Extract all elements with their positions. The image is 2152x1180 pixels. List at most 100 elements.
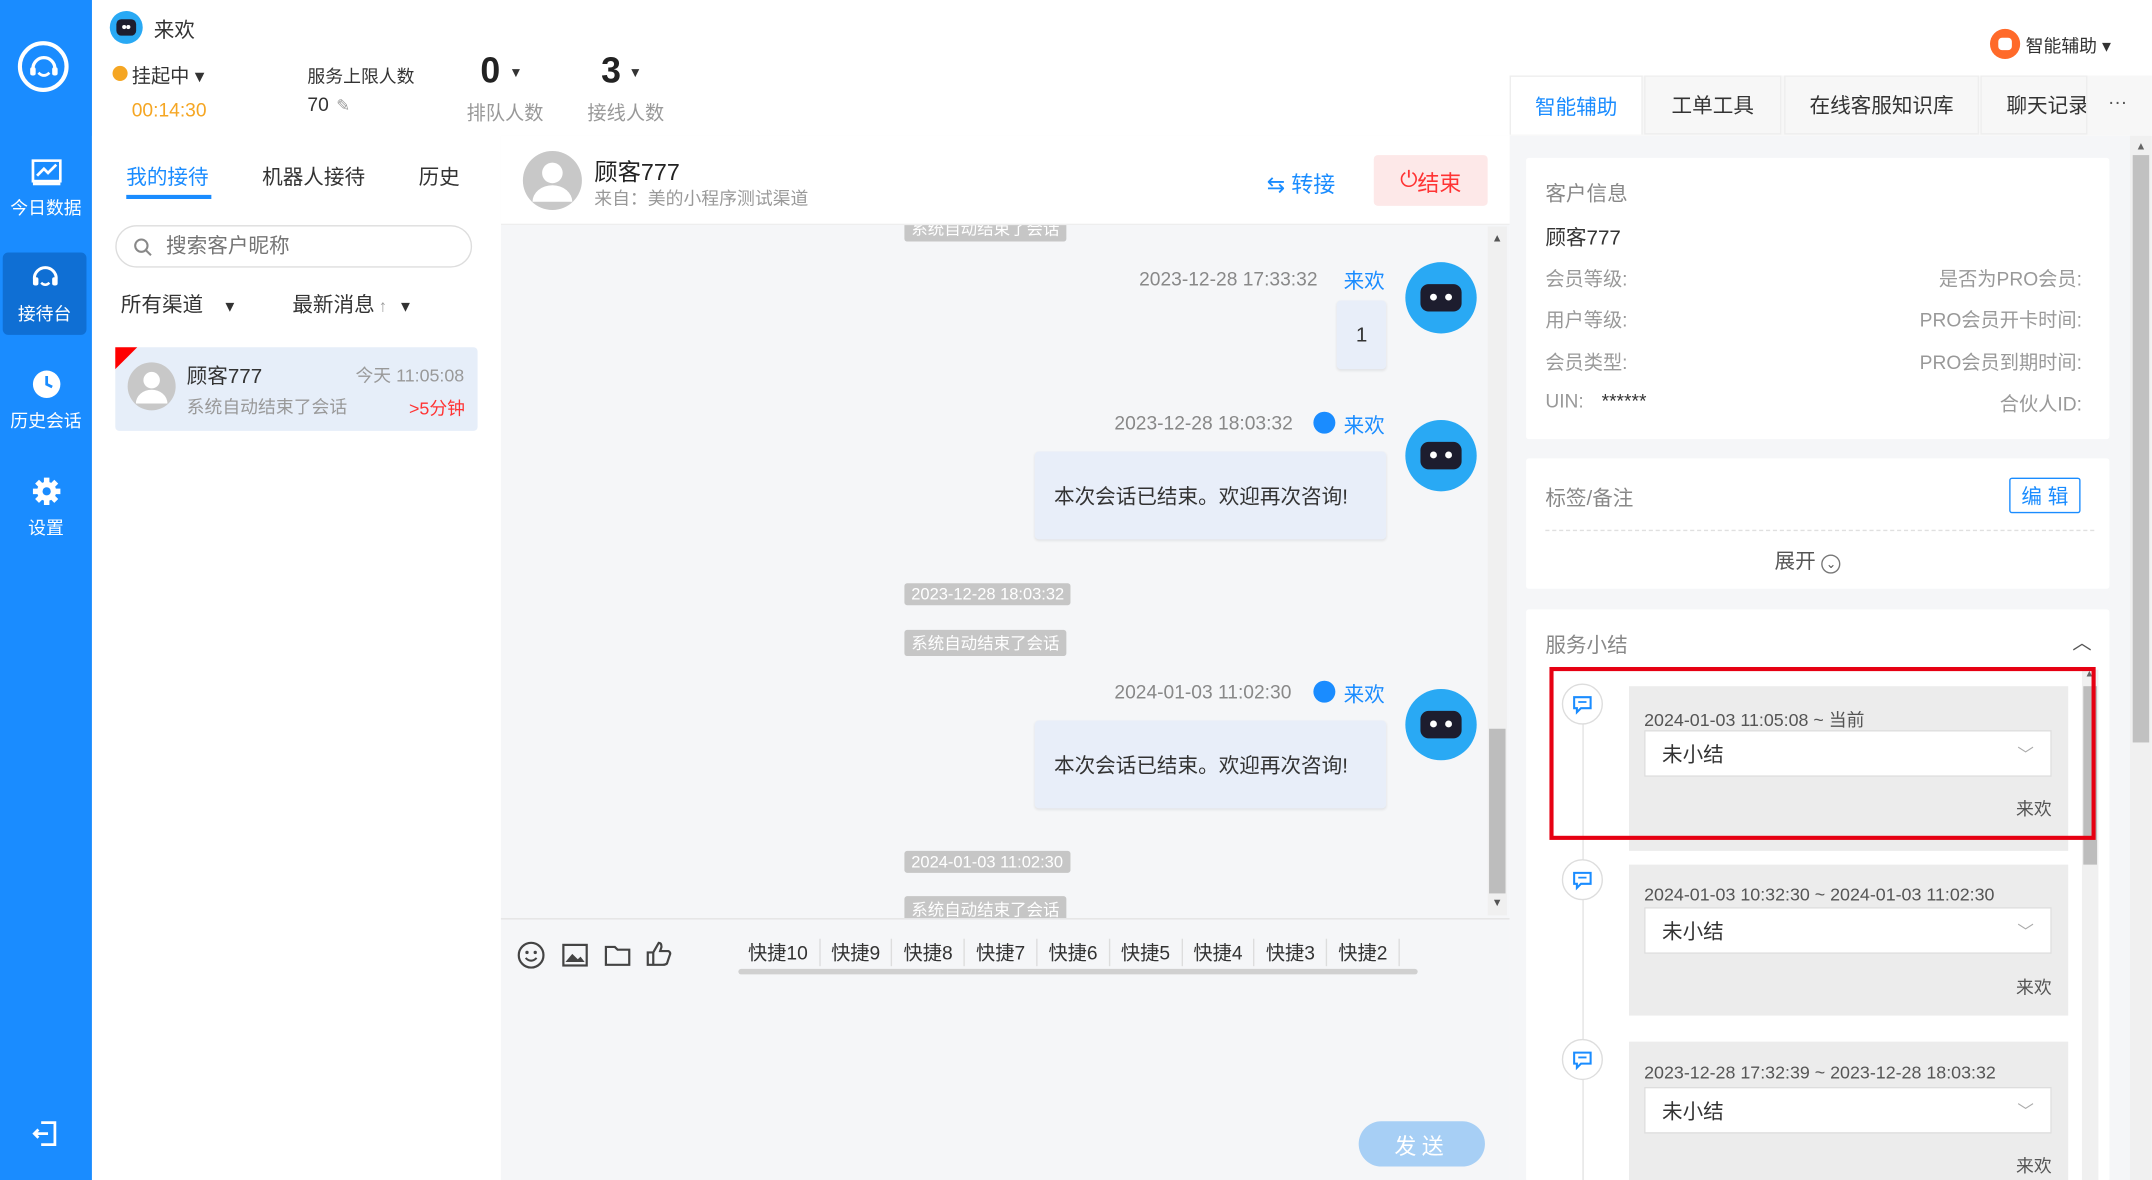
message-sender: 来欢 [1343, 270, 1385, 294]
search-input[interactable] [166, 234, 441, 259]
summary-agent: 来欢 [2016, 1155, 2052, 1177]
page-scrollbar[interactable]: ▲ [2129, 135, 2152, 1180]
customer-avatar [522, 150, 582, 210]
thumbs-up-icon[interactable] [645, 940, 672, 967]
system-message: 系统自动结束了会话 [904, 225, 1067, 242]
search-box[interactable] [115, 225, 473, 268]
customer-info-title: 客户信息 [1545, 182, 1628, 206]
summary-select-value: 未小结 [1661, 920, 1724, 944]
transfer-button[interactable]: ⇆ 转接 [1267, 166, 1335, 199]
bot-avatar [1405, 688, 1477, 761]
nav-label: 设置 [28, 517, 64, 538]
summary-select-value: 未小结 [1661, 1099, 1724, 1124]
quick-reply[interactable]: 快捷10 [748, 938, 821, 967]
app-logo-icon [109, 10, 143, 44]
system-timestamp: 2024-01-03 11:02:30 [904, 850, 1070, 873]
expand-button[interactable]: 展开 ⌄ [1775, 546, 1841, 575]
is-pro-label: 是否为PRO会员: [1938, 267, 2082, 290]
list-item-wait: >5分钟 [408, 397, 466, 419]
scroll-down-icon[interactable]: ▼ [1492, 896, 1503, 908]
emoji-icon[interactable] [517, 941, 545, 969]
tab-history[interactable]: 历史 [419, 162, 460, 191]
quick-reply-scrollbar[interactable] [738, 968, 1418, 975]
collapse-chevron-icon[interactable]: ︿ [2072, 629, 2091, 656]
system-timestamp: 2023-12-28 18:03:32 [904, 583, 1072, 606]
message-time: 2024-01-03 11:02:30 [1114, 680, 1292, 703]
chat-panel: 顾客777 来自：美的小程序测试渠道 ⇆ 转接 ⏻ 结束 系统自动结束了会话 20… [500, 135, 1510, 1180]
image-icon[interactable] [561, 941, 588, 968]
message-sender: 来欢 [1343, 414, 1385, 438]
customer-info-card: 客户信息 顾客777 会员等级: 是否为PRO会员: 用户等级: PRO会员开卡… [1526, 157, 2110, 440]
quick-reply[interactable]: 快捷5 [1110, 938, 1183, 967]
assistant-menu-label: 智能辅助 [2025, 35, 2098, 57]
status-label: 挂起中 [131, 64, 190, 87]
message-bubble: 1 [1336, 300, 1387, 370]
summary-select[interactable]: 未小结 ﹀ [1644, 907, 2052, 954]
summary-item: 2023-12-28 17:32:39 ~ 2023-12-28 18:03:3… [1629, 1041, 2069, 1180]
summary-select[interactable]: 未小结 ﹀ [1644, 1086, 2052, 1134]
online-caret-icon[interactable]: ▼ [629, 66, 643, 81]
service-limit-value: 70 [307, 93, 329, 116]
quick-reply[interactable]: 快捷4 [1182, 938, 1255, 967]
sort-filter[interactable]: 最新消息 ↑ ▼ [292, 290, 413, 319]
quick-reply[interactable]: 快捷9 [820, 938, 893, 967]
tab-my-reception[interactable]: 我的接待 [126, 162, 208, 191]
right-panel: 客户信息 顾客777 会员等级: 是否为PRO会员: 用户等级: PRO会员开卡… [1509, 135, 2130, 1180]
quick-reply[interactable]: 快捷6 [1037, 938, 1110, 967]
status-dropdown[interactable]: 挂起中 ▾ [132, 62, 205, 89]
expand-label: 展开 [1774, 550, 1816, 574]
tags-card: 标签/备注 编 辑 展开 ⌄ [1526, 458, 2110, 589]
list-item[interactable]: 顾客777 今天 11:05:08 系统自动结束了会话 >5分钟 [115, 347, 478, 431]
quick-reply[interactable]: 快捷7 [965, 938, 1038, 967]
tab-ticket-tools[interactable]: 工单工具 [1644, 75, 1782, 135]
edit-tags-button[interactable]: 编 辑 [2009, 477, 2081, 514]
transfer-icon: ⇆ [1266, 174, 1286, 198]
queue-caret-icon[interactable]: ▼ [509, 66, 523, 81]
tab-smart-assist[interactable]: 智能辅助 [1509, 75, 1643, 135]
quick-reply-bar: 快捷10 快捷9 快捷8 快捷7 快捷6 快捷5 快捷4 快捷3 快捷2 [748, 938, 1400, 967]
conversation-list-panel: 我的接待 机器人接待 历史 所有渠道▼ 最新消息↑▼ 顾客777 今天 11:0… [91, 135, 501, 1180]
nav-settings[interactable]: 设置 [0, 467, 92, 549]
scroll-thumb[interactable] [1489, 728, 1506, 894]
scroll-up-icon[interactable]: ▲ [2135, 140, 2146, 152]
chat-scrollbar[interactable]: ▲ ▼ [1487, 226, 1507, 916]
scroll-thumb[interactable] [2132, 155, 2150, 743]
assistant-menu[interactable]: 智能辅助 ▾ [2026, 32, 2111, 58]
sort-filter-label: 最新消息 [292, 293, 375, 318]
tab-chat-records[interactable]: 聊天记录 [1980, 75, 2088, 135]
service-summary-card: 服务小结 ︿ 2024-01-03 11:05:08 ~ 当前 未小结 ﹀ 来欢 … [1526, 609, 2110, 1180]
message-bubble: 本次会话已结束。欢迎再次咨询! [1034, 720, 1387, 809]
nav-today-data[interactable]: 今日数据 [0, 148, 92, 230]
system-message: 系统自动结束了会话 [904, 896, 1067, 919]
channel-filter[interactable]: 所有渠道 ▼ [121, 290, 238, 319]
end-session-button[interactable]: ⏻ 结束 [1373, 155, 1488, 206]
chat-source: 来自：美的小程序测试渠道 [594, 188, 809, 209]
send-button[interactable]: 发送 [1358, 1121, 1485, 1167]
nav-reception-desk[interactable]: 接待台 [2, 252, 87, 335]
end-label: 结束 [1417, 172, 1462, 196]
bot-badge-icon [1313, 680, 1336, 703]
nav-history-sessions[interactable]: 历史会话 [0, 360, 92, 442]
scroll-up-icon[interactable]: ▲ [1492, 232, 1503, 244]
tab-knowledge-base[interactable]: 在线客服知识库 [1784, 75, 1980, 135]
logout-icon[interactable] [30, 1119, 60, 1156]
summary-title: 服务小结 [1545, 634, 1628, 658]
message-bubble: 本次会话已结束。欢迎再次咨询! [1034, 451, 1387, 540]
folder-icon[interactable] [604, 941, 631, 968]
power-icon: ⏻ [1400, 168, 1418, 192]
nav-label: 历史会话 [10, 410, 82, 431]
quick-reply[interactable]: 快捷3 [1255, 938, 1328, 967]
online-label: 接线人数 [587, 101, 665, 124]
avatar [127, 362, 176, 411]
tab-robot-reception[interactable]: 机器人接待 [262, 162, 365, 191]
chevron-down-icon: ﹀ [2017, 1101, 2034, 1121]
input-area[interactable]: 快捷10 快捷9 快捷8 快捷7 快捷6 快捷5 快捷4 快捷3 快捷2 发送 [500, 918, 1510, 1180]
more-tabs-icon[interactable]: ··· [2108, 91, 2127, 113]
quick-reply[interactable]: 快捷2 [1327, 938, 1400, 967]
quick-reply[interactable]: 快捷8 [893, 938, 966, 967]
assistant-avatar-icon [1989, 28, 2021, 60]
edit-pencil-icon[interactable]: ✎ [336, 96, 350, 115]
bot-badge-icon [1313, 411, 1336, 434]
uin-value: ****** [1601, 389, 1647, 412]
unread-corner-flag [115, 347, 138, 370]
